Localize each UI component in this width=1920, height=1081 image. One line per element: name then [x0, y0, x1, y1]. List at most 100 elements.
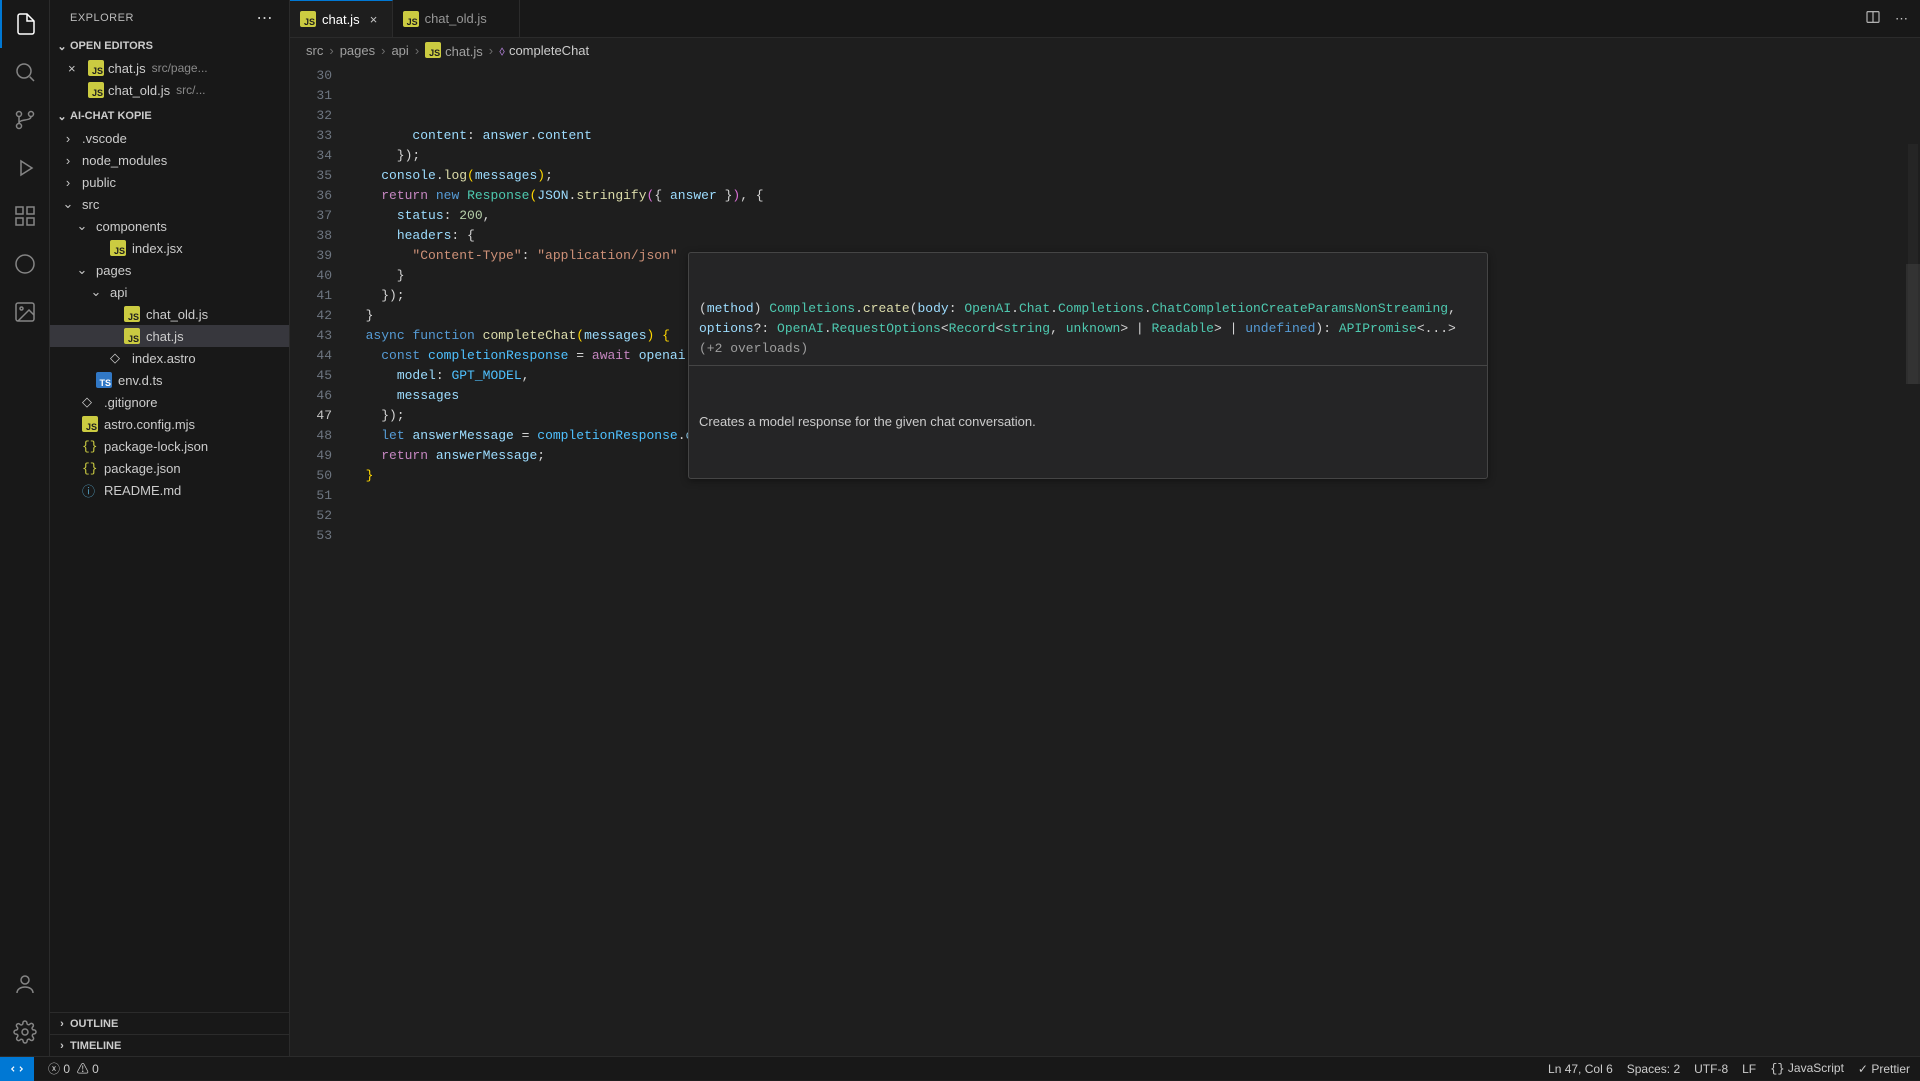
tree-file[interactable]: ·JSchat.js	[50, 325, 289, 347]
tree-folder[interactable]: ⌄src	[50, 193, 289, 215]
tree-folder[interactable]: ⌄ components	[50, 215, 289, 237]
tree-file[interactable]: ·◇index.astro	[50, 347, 289, 369]
branch-icon	[13, 108, 37, 132]
error-icon: ⓧ	[48, 1062, 60, 1076]
code-line[interactable]: content: answer.content	[350, 126, 1920, 146]
activity-extra-1[interactable]	[0, 240, 50, 288]
js-file-icon: JS	[124, 328, 140, 344]
tab-more-icon[interactable]: ⋯	[1895, 11, 1908, 27]
tree-file[interactable]: ·JSindex.jsx	[50, 237, 289, 259]
line-number: 50	[290, 466, 332, 486]
breadcrumb-segment[interactable]: src	[306, 43, 323, 58]
line-number: 47	[290, 406, 332, 426]
code-line[interactable]: console.log(messages);	[350, 166, 1920, 186]
tree-file[interactable]: ·ⓘREADME.md	[50, 479, 289, 501]
code-line[interactable]: });	[350, 146, 1920, 166]
activity-settings[interactable]	[0, 1008, 50, 1056]
activity-debug[interactable]	[0, 144, 50, 192]
section-outline[interactable]: › OUTLINE	[50, 1012, 289, 1034]
code-line[interactable]: status: 200,	[350, 206, 1920, 226]
tree-file[interactable]: ·JSchat_old.js	[50, 303, 289, 325]
line-number: 49	[290, 446, 332, 466]
section-project[interactable]: ⌄ AI-CHAT KOPIE	[50, 105, 289, 127]
js-file-icon: JS	[110, 240, 126, 256]
tree-file[interactable]: ·{}package-lock.json	[50, 435, 289, 457]
chevron-down-icon: ⌄	[54, 110, 70, 123]
tree-folder[interactable]: ›node_modules	[50, 149, 289, 171]
split-editor-icon[interactable]	[1865, 9, 1881, 28]
tree-item-label: chat_old.js	[146, 307, 208, 322]
activity-extra-2[interactable]	[0, 288, 50, 336]
line-number: 44	[290, 346, 332, 366]
tree-folder[interactable]: ›public	[50, 171, 289, 193]
js-file-icon: JS	[88, 82, 104, 98]
activity-source-control[interactable]	[0, 96, 50, 144]
breadcrumb-segment[interactable]: JSchat.js	[425, 42, 483, 59]
chevron-right-icon: ›	[54, 1040, 70, 1052]
tree-folder[interactable]: ›.vscode	[50, 127, 289, 149]
breadcrumbs[interactable]: src›pages›api›JSchat.js›⬨completeChat	[290, 38, 1920, 64]
tree-file[interactable]: ·{}package.json	[50, 457, 289, 479]
hover-overloads: (+2 overloads)	[699, 339, 1477, 359]
tab-label: chat.js	[322, 12, 360, 27]
file-icon: ◇	[82, 394, 98, 410]
activity-extensions[interactable]	[0, 192, 50, 240]
tree-item-label: public	[82, 175, 116, 190]
chevron-down-icon: ⌄	[74, 218, 90, 234]
activity-account[interactable]	[0, 960, 50, 1008]
section-timeline[interactable]: › TIMELINE	[50, 1034, 289, 1056]
section-open-editors[interactable]: ⌄ OPEN EDITORS	[50, 35, 289, 57]
open-editor-item[interactable]: JSchat_old.jssrc/...	[50, 79, 289, 101]
line-number: 45	[290, 366, 332, 386]
tree-file[interactable]: ·◇.gitignore	[50, 391, 289, 413]
section-label: AI-CHAT KOPIE	[70, 110, 152, 122]
chevron-right-icon: ›	[60, 131, 76, 146]
breadcrumb-segment[interactable]: ⬨completeChat	[499, 43, 589, 59]
status-bar: ⓧ 0 ⚠ 0 Ln 47, Col 6 Spaces: 2 UTF-8 LF …	[0, 1056, 1920, 1080]
status-problems[interactable]: ⓧ 0 ⚠ 0	[48, 1060, 99, 1077]
sidebar-more-icon[interactable]: ⋯	[257, 8, 274, 28]
line-number: 48	[290, 426, 332, 446]
status-language[interactable]: {} JavaScript	[1770, 1061, 1844, 1076]
status-prettier[interactable]: ✓ Prettier	[1858, 1062, 1910, 1076]
status-eol[interactable]: LF	[1742, 1062, 1756, 1076]
status-encoding[interactable]: UTF-8	[1694, 1062, 1728, 1076]
line-number: 41	[290, 286, 332, 306]
code-editor[interactable]: 3031323334353637383940414243444546474849…	[290, 64, 1920, 1056]
status-spaces[interactable]: Spaces: 2	[1627, 1062, 1680, 1076]
line-number: 39	[290, 246, 332, 266]
tree-item-label: components	[96, 219, 167, 234]
tree-item-label: env.d.ts	[118, 373, 163, 388]
section-label: TIMELINE	[70, 1040, 121, 1052]
js-file-icon: JS	[124, 306, 140, 322]
tree-folder[interactable]: ⌄pages	[50, 259, 289, 281]
tree-item-label: .gitignore	[104, 395, 157, 410]
chevron-down-icon: ⌄	[74, 262, 90, 278]
chevron-down-icon: ⌄	[54, 40, 70, 53]
code-line[interactable]: return new Response(JSON.stringify({ ans…	[350, 186, 1920, 206]
scrollbar-thumb[interactable]	[1906, 264, 1920, 384]
minimap[interactable]	[1906, 64, 1920, 1056]
tree-file[interactable]: ·TSenv.d.ts	[50, 369, 289, 391]
tree-folder[interactable]: ⌄api	[50, 281, 289, 303]
js-file-icon: JS	[403, 11, 419, 27]
editor-tab[interactable]: JSchat.js×	[290, 0, 393, 37]
breadcrumb-segment[interactable]: api	[391, 43, 408, 58]
close-icon[interactable]: ×	[366, 12, 382, 27]
open-editor-item[interactable]: ×JSchat.jssrc/page...	[50, 57, 289, 79]
code-line[interactable]: headers: {	[350, 226, 1920, 246]
activity-search[interactable]	[0, 48, 50, 96]
remote-indicator[interactable]	[0, 1057, 34, 1081]
tree-item-label: chat.js	[146, 329, 184, 344]
tree-file[interactable]: ·JSastro.config.mjs	[50, 413, 289, 435]
info-file-icon: ⓘ	[82, 481, 98, 500]
sidebar-title: EXPLORER	[70, 12, 134, 24]
line-number: 46	[290, 386, 332, 406]
line-number: 32	[290, 106, 332, 126]
activity-explorer[interactable]	[0, 0, 50, 48]
close-icon[interactable]: ×	[68, 61, 84, 76]
editor-tab[interactable]: JSchat_old.js	[393, 0, 520, 37]
json-file-icon: {}	[82, 461, 98, 476]
status-cursor[interactable]: Ln 47, Col 6	[1548, 1062, 1613, 1076]
breadcrumb-segment[interactable]: pages	[340, 43, 375, 58]
